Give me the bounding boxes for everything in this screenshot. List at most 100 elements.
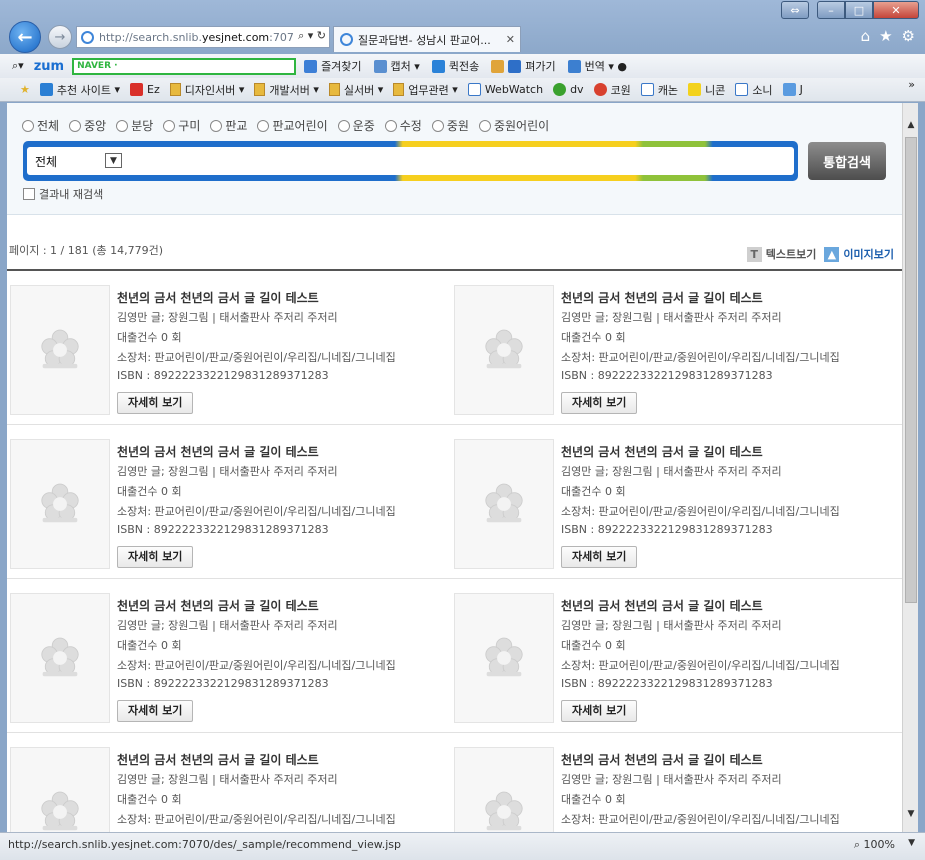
research-checkbox[interactable]: 결과내 재검색: [23, 186, 103, 202]
minimize-button[interactable]: –: [817, 1, 845, 19]
scroll-thumb[interactable]: [905, 137, 917, 603]
naver-search-input[interactable]: NAVER ·: [72, 57, 297, 75]
toolbar-capture[interactable]: 캡처 ▾: [373, 58, 420, 74]
toolbar-quicksend[interactable]: 퀵전송: [431, 58, 479, 74]
fav-ez[interactable]: Ez: [130, 83, 160, 96]
library-radio[interactable]: 전체: [22, 117, 59, 134]
book-author: 김영만 글; 장원그림 | 태서출판사 주저리 주저리: [117, 311, 338, 324]
library-radio[interactable]: 중앙: [69, 117, 106, 134]
home-icon[interactable]: ⌂: [861, 27, 871, 45]
radio-icon[interactable]: [478, 119, 491, 132]
toolbar-spread[interactable]: 펴가기: [491, 58, 556, 74]
favorites-star-icon[interactable]: ★: [879, 27, 892, 45]
fav-sony[interactable]: 소니: [735, 82, 773, 98]
library-radio[interactable]: 분당: [116, 117, 153, 134]
search-button[interactable]: 통합검색: [808, 142, 886, 180]
detail-button[interactable]: 자세히 보기: [117, 392, 194, 414]
fav-canon[interactable]: 캐논: [640, 82, 678, 98]
book-title[interactable]: 천년의 금서 천년의 금서 글 길이 테스트: [117, 289, 453, 309]
research-label: 결과내 재검색: [39, 188, 104, 201]
book-cover[interactable]: [454, 747, 554, 832]
book-title[interactable]: 천년의 금서 천년의 금서 글 길이 테스트: [117, 751, 453, 771]
chevron-down-icon[interactable]: ▼: [105, 153, 122, 168]
radio-icon[interactable]: [22, 119, 34, 132]
text-view-label: 텍스트보기: [765, 248, 817, 261]
book-cover[interactable]: [10, 747, 110, 832]
address-tools[interactable]: ⌕ ▾ ↻: [295, 29, 326, 43]
toolbar-favorites[interactable]: 즐겨찾기: [304, 58, 362, 74]
book-title[interactable]: 천년의 금서 천년의 금서 글 길이 테스트: [117, 597, 453, 617]
radio-icon[interactable]: [116, 119, 129, 132]
book-placeholder-icon: [485, 791, 523, 831]
fav-design-server[interactable]: 디자인서버 ▾: [169, 82, 244, 98]
library-radio[interactable]: 운중: [337, 117, 375, 134]
detail-button[interactable]: 자세히 보기: [117, 700, 194, 722]
book-title[interactable]: 천년의 금서 천년의 금서 글 길이 테스트: [561, 597, 897, 617]
book-cover[interactable]: [454, 439, 554, 569]
book-title[interactable]: 천년의 금서 천년의 금서 글 길이 테스트: [117, 443, 453, 463]
detail-button[interactable]: 자세히 보기: [561, 546, 638, 568]
fav-dv[interactable]: dv: [553, 83, 584, 96]
vertical-scrollbar[interactable]: ▲ ▼: [902, 103, 918, 832]
zoom-level[interactable]: ⌕ 100%: [854, 838, 895, 852]
fav-star-icon[interactable]: ★: [20, 83, 30, 96]
book-cover[interactable]: [10, 439, 110, 569]
forward-button[interactable]: →: [48, 25, 72, 49]
close-button[interactable]: ✕: [873, 1, 919, 19]
browser-tab[interactable]: 질문과답변- 성남시 판교어... ✕: [333, 26, 521, 52]
fav-cowon[interactable]: 코원: [593, 82, 631, 98]
text-view-button[interactable]: T 텍스트보기: [746, 246, 817, 262]
search-input[interactable]: 전체 ▼: [27, 147, 794, 175]
book-title[interactable]: 천년의 금서 천년의 금서 글 길이 테스트: [561, 289, 897, 309]
fav-real-server[interactable]: 실서버 ▾: [328, 82, 383, 98]
fav-work[interactable]: 업무관련 ▾: [393, 82, 458, 98]
fav-nikon[interactable]: 니콘: [688, 82, 725, 98]
gear-icon[interactable]: ⚙: [902, 27, 915, 45]
book-cover[interactable]: [10, 285, 110, 415]
library-radio[interactable]: 중원어린이: [478, 117, 549, 134]
ie-page-icon: [81, 30, 94, 44]
library-radio[interactable]: 구미: [163, 117, 200, 134]
radio-icon[interactable]: [384, 119, 397, 132]
library-radio[interactable]: 수정: [384, 117, 422, 134]
restore-icon[interactable]: ⇔: [781, 1, 809, 19]
radio-icon[interactable]: [337, 119, 350, 132]
book-cover[interactable]: [454, 285, 554, 415]
fav-webwatch[interactable]: WebWatch: [467, 83, 543, 96]
fav-recommended[interactable]: 추천 사이트 ▾: [39, 82, 120, 98]
library-radio[interactable]: 중원: [431, 117, 469, 134]
radio-icon[interactable]: [210, 119, 223, 132]
scroll-up-icon[interactable]: ▲: [903, 117, 919, 133]
book-title[interactable]: 천년의 금서 천년의 금서 글 길이 테스트: [561, 443, 897, 463]
radio-icon[interactable]: [163, 119, 176, 132]
radio-icon[interactable]: [69, 119, 82, 132]
detail-button[interactable]: 자세히 보기: [561, 392, 638, 414]
zum-logo[interactable]: zum: [34, 59, 64, 74]
maximize-button[interactable]: □: [845, 1, 873, 19]
tab-close-icon[interactable]: ✕: [506, 33, 515, 46]
scroll-down-icon[interactable]: ▼: [903, 806, 919, 822]
fav-nikon-label: 니콘: [705, 83, 726, 97]
book-cover[interactable]: [454, 593, 554, 723]
book-title[interactable]: 천년의 금서 천년의 금서 글 길이 테스트: [561, 751, 897, 771]
library-radio[interactable]: 판교: [210, 117, 247, 134]
back-button[interactable]: ←: [9, 21, 41, 53]
book-cover[interactable]: [10, 593, 110, 723]
detail-button[interactable]: 자세히 보기: [117, 546, 194, 568]
detail-button[interactable]: 자세히 보기: [561, 700, 638, 722]
scope-select[interactable]: 전체: [35, 153, 57, 170]
fav-j[interactable]: J: [782, 83, 803, 96]
page-icon: [467, 83, 481, 96]
address-bar[interactable]: http://search.snlib. yesjnet.com:707 ⌕ ▾ …: [76, 26, 330, 48]
image-view-button[interactable]: ▲ 이미지보기: [824, 246, 894, 262]
zoom-dropdown-icon[interactable]: ▼: [908, 838, 915, 848]
toolbar-translate[interactable]: 번역 ▾ ●: [567, 58, 627, 74]
library-radio-label: 전체: [37, 119, 60, 133]
radio-icon[interactable]: [431, 119, 444, 132]
search-provider-icon[interactable]: ⌕▾: [12, 59, 24, 73]
fav-dev-server[interactable]: 개발서버 ▾: [254, 82, 319, 98]
radio-icon[interactable]: [257, 119, 270, 132]
library-radio[interactable]: 판교어린이: [257, 117, 328, 134]
checkbox-icon[interactable]: [23, 188, 35, 200]
chevron-right-icon[interactable]: »: [908, 78, 915, 91]
